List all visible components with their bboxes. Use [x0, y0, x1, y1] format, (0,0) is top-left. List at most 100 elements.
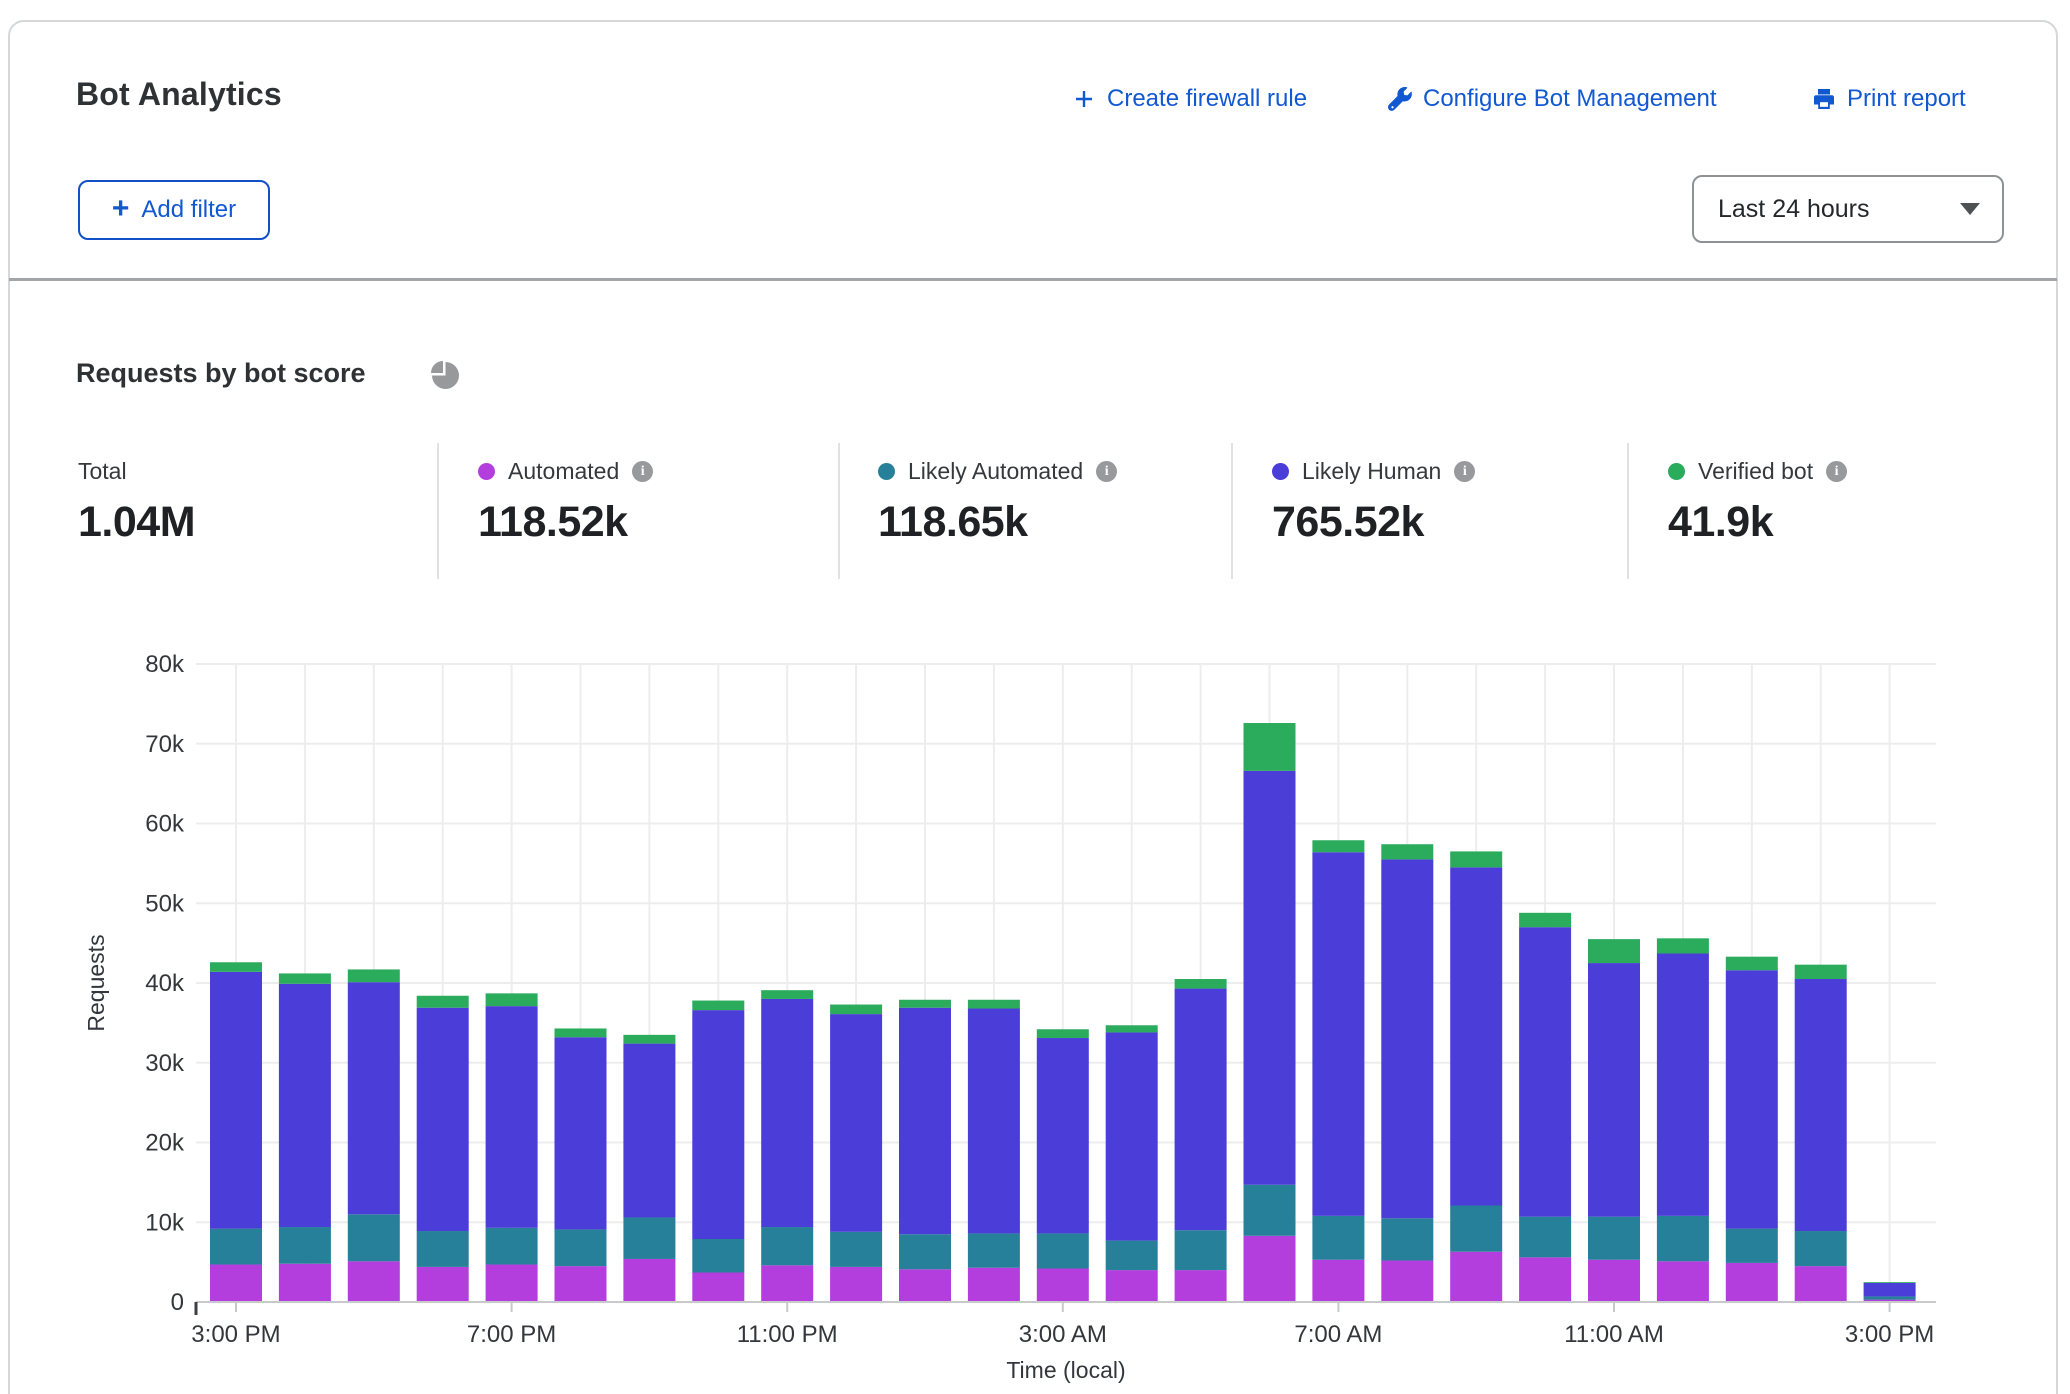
bar-segment[interactable] — [1244, 1185, 1296, 1236]
bar-segment[interactable] — [1519, 927, 1571, 1216]
bar-segment[interactable] — [968, 1009, 1020, 1234]
bar-segment[interactable] — [899, 1234, 951, 1269]
bar-segment[interactable] — [1106, 1270, 1158, 1302]
bar-segment[interactable] — [1795, 1231, 1847, 1266]
bar-segment[interactable] — [1381, 1261, 1433, 1302]
add-filter-button[interactable]: + Add filter — [78, 180, 270, 240]
bar-segment[interactable] — [1864, 1283, 1916, 1297]
create-firewall-rule-link[interactable]: Create firewall rule — [1072, 82, 1307, 116]
bar-segment[interactable] — [830, 1267, 882, 1302]
bar-segment[interactable] — [279, 1264, 331, 1302]
info-icon[interactable]: i — [1454, 461, 1475, 482]
bar-segment[interactable] — [1519, 913, 1571, 927]
bar-segment[interactable] — [968, 1233, 1020, 1267]
info-icon[interactable]: i — [632, 461, 653, 482]
print-report-link[interactable]: Print report — [1812, 82, 1966, 116]
bar-segment[interactable] — [1312, 1260, 1364, 1302]
bar-segment[interactable] — [1519, 1217, 1571, 1258]
bar-segment[interactable] — [1450, 851, 1502, 867]
bar-segment[interactable] — [1657, 953, 1709, 1215]
info-icon[interactable]: i — [1826, 461, 1847, 482]
bar-segment[interactable] — [1726, 1229, 1778, 1263]
bar-segment[interactable] — [1244, 771, 1296, 1185]
bar-segment[interactable] — [1795, 965, 1847, 979]
bar-segment[interactable] — [1450, 1206, 1502, 1252]
bar-segment[interactable] — [1037, 1269, 1089, 1302]
bar-segment[interactable] — [1381, 859, 1433, 1218]
bar-segment[interactable] — [555, 1037, 607, 1229]
bar-segment[interactable] — [692, 1239, 744, 1272]
bar-segment[interactable] — [1450, 1252, 1502, 1302]
bar-segment[interactable] — [1450, 867, 1502, 1205]
bar-segment[interactable] — [1381, 1218, 1433, 1260]
bar-segment[interactable] — [830, 1014, 882, 1232]
bar-segment[interactable] — [279, 1227, 331, 1264]
bar-segment[interactable] — [348, 969, 400, 982]
bar-segment[interactable] — [623, 1035, 675, 1044]
bar-segment[interactable] — [1312, 1216, 1364, 1260]
bar-segment[interactable] — [1588, 1260, 1640, 1302]
bar-segment[interactable] — [1037, 1038, 1089, 1233]
bar-segment[interactable] — [348, 1261, 400, 1302]
bar-segment[interactable] — [692, 1272, 744, 1302]
bar-segment[interactable] — [1037, 1029, 1089, 1038]
bar-segment[interactable] — [761, 999, 813, 1227]
bar-segment[interactable] — [899, 1269, 951, 1302]
bar-segment[interactable] — [417, 1008, 469, 1231]
bar-segment[interactable] — [210, 972, 262, 1229]
bar-segment[interactable] — [1519, 1257, 1571, 1302]
bar-segment[interactable] — [1312, 852, 1364, 1216]
bar-segment[interactable] — [899, 1008, 951, 1234]
bar-segment[interactable] — [623, 1217, 675, 1258]
bar-segment[interactable] — [1037, 1233, 1089, 1268]
bar-segment[interactable] — [348, 1214, 400, 1261]
bar-segment[interactable] — [555, 1028, 607, 1037]
bar-segment[interactable] — [348, 982, 400, 1214]
bar-segment[interactable] — [555, 1266, 607, 1302]
bar-segment[interactable] — [968, 1268, 1020, 1302]
bar-segment[interactable] — [1726, 957, 1778, 971]
bar-segment[interactable] — [623, 1259, 675, 1302]
bar-segment[interactable] — [210, 1229, 262, 1265]
bar-segment[interactable] — [486, 1265, 538, 1302]
bar-segment[interactable] — [1795, 979, 1847, 1231]
bar-segment[interactable] — [1864, 1296, 1916, 1299]
bar-segment[interactable] — [1175, 979, 1227, 989]
bar-segment[interactable] — [210, 1265, 262, 1302]
bar-segment[interactable] — [761, 990, 813, 999]
bar-segment[interactable] — [486, 993, 538, 1006]
bar-segment[interactable] — [1244, 723, 1296, 771]
time-range-select[interactable]: Last 24 hours — [1692, 175, 2004, 243]
bar-segment[interactable] — [210, 962, 262, 972]
bar-segment[interactable] — [1244, 1236, 1296, 1302]
bar-segment[interactable] — [623, 1044, 675, 1218]
bar-segment[interactable] — [830, 1005, 882, 1015]
bar-segment[interactable] — [692, 1010, 744, 1239]
bar-segment[interactable] — [1864, 1282, 1916, 1283]
bar-segment[interactable] — [417, 996, 469, 1008]
configure-bot-management-link[interactable]: Configure Bot Management — [1388, 82, 1717, 116]
info-icon[interactable]: i — [1096, 461, 1117, 482]
bar-segment[interactable] — [1657, 1261, 1709, 1302]
bar-segment[interactable] — [1657, 1216, 1709, 1261]
bar-segment[interactable] — [761, 1265, 813, 1302]
bar-segment[interactable] — [1106, 1032, 1158, 1240]
bar-segment[interactable] — [692, 1001, 744, 1011]
bar-segment[interactable] — [968, 1000, 1020, 1009]
bar-segment[interactable] — [899, 1000, 951, 1008]
bar-segment[interactable] — [1175, 1230, 1227, 1270]
bar-segment[interactable] — [1381, 844, 1433, 859]
bar-segment[interactable] — [555, 1229, 607, 1266]
bar-segment[interactable] — [1657, 938, 1709, 953]
bar-segment[interactable] — [279, 984, 331, 1227]
bar-segment[interactable] — [1795, 1266, 1847, 1302]
bar-segment[interactable] — [1175, 1270, 1227, 1302]
bar-segment[interactable] — [1726, 1263, 1778, 1302]
bar-segment[interactable] — [1588, 1217, 1640, 1260]
bar-segment[interactable] — [486, 1228, 538, 1265]
bar-segment[interactable] — [279, 973, 331, 983]
bar-segment[interactable] — [1106, 1241, 1158, 1271]
bar-segment[interactable] — [1588, 963, 1640, 1217]
bar-segment[interactable] — [830, 1232, 882, 1267]
bar-segment[interactable] — [761, 1227, 813, 1265]
